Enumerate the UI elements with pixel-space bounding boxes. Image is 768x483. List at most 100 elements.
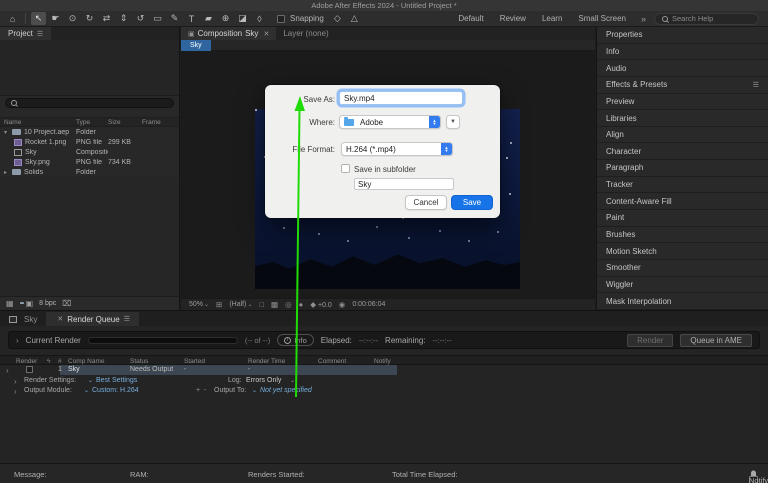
snapping-checkbox[interactable] — [277, 15, 285, 23]
where-select[interactable]: Adobe ▲▼ — [339, 115, 441, 129]
zoom-level[interactable]: 50%⌄ — [189, 301, 209, 308]
column-status[interactable]: Status — [130, 358, 148, 365]
mask-toggle-icon[interactable]: ◎ — [285, 300, 292, 309]
color-depth-button[interactable]: 8 bpc — [39, 300, 56, 307]
zoom-tool-icon[interactable]: ⊙ — [65, 12, 80, 25]
render-item-checkbox[interactable] — [26, 366, 33, 373]
panel-mask-interpolation[interactable]: Mask Interpolation — [597, 293, 768, 310]
shape-tool-icon[interactable]: ▭ — [150, 12, 165, 25]
exposure-control[interactable]: ◆ +0.0 — [310, 300, 332, 309]
tab-project[interactable]: Project ☰ — [0, 27, 51, 40]
rotation-tool-icon[interactable]: ↺ — [133, 12, 148, 25]
output-module-value[interactable]: Custom: H.264 — [92, 387, 139, 394]
type-tool-icon[interactable]: T — [184, 12, 199, 25]
column-number[interactable]: # — [58, 358, 62, 365]
column-size[interactable]: Size — [108, 119, 142, 126]
timecode[interactable]: 0:00:06:04 — [352, 301, 385, 308]
pen-tool-icon[interactable]: ✎ — [167, 12, 182, 25]
close-icon[interactable]: ✕ — [57, 315, 63, 323]
workspace-learn[interactable]: Learn — [542, 14, 562, 23]
project-row-aep[interactable]: ▾ 10 Project.aep Folder — [0, 127, 179, 137]
panel-tracker[interactable]: Tracker — [597, 177, 768, 194]
puppet-pin-tool-icon[interactable]: ◊ — [252, 12, 267, 25]
project-row-rocket[interactable]: Rocket 1.png PNG file 299 KB — [0, 137, 179, 147]
panel-menu-icon[interactable]: ☰ — [753, 81, 759, 89]
eraser-tool-icon[interactable]: ◪ — [235, 12, 250, 25]
snap-options-2-icon[interactable]: △ — [347, 12, 362, 25]
render-button[interactable]: Render — [627, 334, 673, 347]
transparency-grid-icon[interactable]: ▩ — [271, 300, 278, 309]
output-to-value[interactable]: Not yet specified — [260, 387, 312, 394]
chevron-down-icon[interactable]: ⌄ — [290, 377, 295, 384]
delete-item-icon[interactable]: ⌧ — [62, 299, 71, 308]
tab-render-queue[interactable]: ✕ Render Queue ☰ — [46, 312, 139, 326]
tab-composition[interactable]: ▣ Composition Sky ✕ — [181, 27, 276, 40]
workspace-overflow-icon[interactable]: » — [641, 14, 646, 24]
clone-stamp-tool-icon[interactable]: ⊕ — [218, 12, 233, 25]
channel-icon[interactable]: ● — [299, 300, 304, 309]
cancel-button[interactable]: Cancel — [405, 195, 447, 210]
remove-output-module-icon[interactable]: - — [204, 387, 206, 394]
panel-content-aware-fill[interactable]: Content-Aware Fill — [597, 193, 768, 210]
panel-menu-icon[interactable]: ☰ — [124, 315, 130, 323]
snapping-label[interactable]: Snapping — [290, 14, 324, 23]
home-icon[interactable]: ⌂ — [5, 12, 20, 25]
save-button[interactable]: Save — [451, 195, 493, 210]
column-comp-name[interactable]: Comp Name — [68, 358, 104, 365]
file-format-select[interactable]: H.264 (*.mp4) ▲▼ — [341, 142, 453, 156]
panel-smoother[interactable]: Smoother — [597, 260, 768, 277]
region-of-interest-icon[interactable]: □ — [260, 300, 265, 309]
project-row-sky-comp[interactable]: Sky Composition — [0, 147, 179, 157]
column-started[interactable]: Started — [184, 358, 205, 365]
panel-preview[interactable]: Preview — [597, 94, 768, 111]
snapshot-icon[interactable]: ◉ — [339, 300, 346, 309]
render-info-button[interactable]: i Info — [277, 334, 314, 346]
hand-tool-icon[interactable]: ☛ — [48, 12, 63, 25]
panel-properties[interactable]: Properties — [597, 27, 768, 44]
new-composition-icon[interactable]: ▣ — [26, 299, 34, 308]
queue-in-ame-button[interactable]: Queue in AME — [680, 334, 752, 347]
twirl-right-icon[interactable]: ▸ — [4, 169, 12, 176]
panel-motion-sketch[interactable]: Motion Sketch — [597, 243, 768, 260]
chevron-down-icon[interactable]: ⌄ — [84, 387, 89, 394]
chevron-right-icon[interactable]: › — [14, 387, 17, 396]
panel-audio[interactable]: Audio — [597, 60, 768, 77]
navigator-tab-sky[interactable]: Sky — [181, 40, 211, 51]
column-frame[interactable]: Frame — [142, 119, 179, 126]
chevron-right-icon[interactable]: › — [14, 377, 17, 386]
chevron-right-icon[interactable]: › — [6, 366, 9, 375]
workspace-default[interactable]: Default — [458, 14, 483, 23]
column-name[interactable]: Name — [0, 119, 76, 126]
chevron-right-icon[interactable]: › — [16, 336, 19, 345]
twirl-down-icon[interactable]: ▾ — [4, 129, 12, 136]
render-settings-value[interactable]: Best Settings — [96, 377, 137, 384]
log-dropdown[interactable]: Errors Only — [246, 377, 281, 384]
close-icon[interactable]: ✕ — [263, 30, 269, 38]
panel-menu-icon[interactable]: ☰ — [37, 30, 43, 38]
grid-guides-icon[interactable]: ⊞ — [216, 300, 222, 309]
chevron-down-icon[interactable]: ⌄ — [88, 377, 93, 384]
tab-layer[interactable]: Layer (none) — [276, 27, 335, 40]
save-in-subfolder-checkbox[interactable] — [341, 164, 350, 173]
panel-wiggler[interactable]: Wiggler — [597, 277, 768, 294]
project-row-solids[interactable]: ▸ Solids Folder — [0, 167, 179, 177]
help-search-field[interactable]: Search Help — [654, 13, 759, 25]
column-comment[interactable]: Comment — [318, 358, 346, 365]
panel-paragraph[interactable]: Paragraph — [597, 160, 768, 177]
chevron-down-icon[interactable]: ⌄ — [252, 387, 257, 394]
panel-effects-presets[interactable]: Effects & Presets☰ — [597, 77, 768, 94]
panel-align[interactable]: Align — [597, 127, 768, 144]
orbit-camera-tool-icon[interactable]: ↻ — [82, 12, 97, 25]
workspace-small-screen[interactable]: Small Screen — [578, 14, 626, 23]
resolution-select[interactable]: (Half)⌄ — [229, 301, 252, 308]
panel-paint[interactable]: Paint — [597, 210, 768, 227]
render-queue-item-row[interactable]: › 1 Sky Needs Output - - — [0, 365, 768, 375]
selection-tool-icon[interactable]: ↖ — [31, 12, 46, 25]
workspace-review[interactable]: Review — [500, 14, 526, 23]
save-as-input[interactable] — [339, 91, 463, 105]
interpret-footage-icon[interactable]: ▦ — [6, 299, 14, 308]
project-row-sky-png[interactable]: Sky.png PNG file 734 KB — [0, 157, 179, 167]
column-render[interactable]: Render — [16, 358, 37, 365]
project-search-input[interactable] — [5, 98, 174, 108]
panel-info[interactable]: Info — [597, 44, 768, 61]
